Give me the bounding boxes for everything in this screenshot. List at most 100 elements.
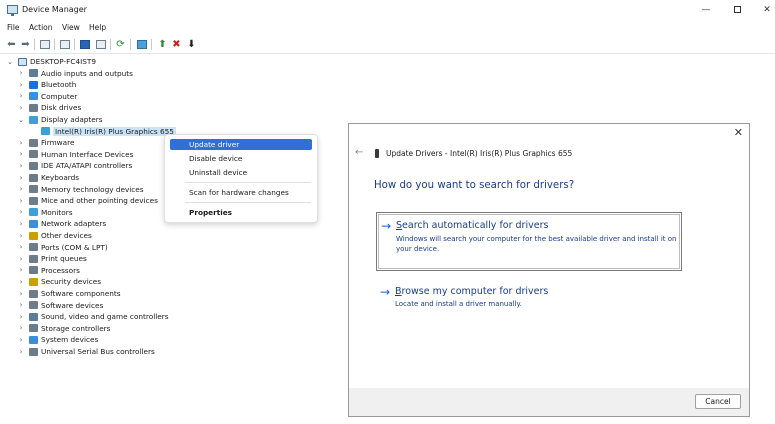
back-arrow-icon[interactable]: ← [355,147,363,158]
expand-icon[interactable]: › [17,162,25,170]
tree-item[interactable]: › Computer [17,91,357,102]
tree-item[interactable]: › Ports (COM & LPT) [17,242,357,253]
expand-icon[interactable]: › [17,255,25,263]
option-description: Locate and install a driver manually. [395,300,522,308]
device-category-icon [29,185,38,194]
tree-item[interactable]: › System devices [17,334,357,345]
expand-icon[interactable]: › [17,243,25,251]
expand-icon[interactable]: › [17,278,25,286]
expand-icon[interactable]: › [17,104,25,112]
option-title: Browse my computer for drivers [395,286,549,297]
expand-icon[interactable]: › [17,348,25,356]
expand-icon[interactable]: › [17,336,25,344]
tree-item[interactable]: › Audio inputs and outputs [17,68,357,79]
expand-icon[interactable]: › [17,185,25,193]
monitor-icon[interactable] [135,38,148,51]
expand-icon[interactable]: › [17,69,25,77]
device-category-icon [29,150,38,159]
maximize-icon [733,6,741,13]
tree-item[interactable]: › Processors [17,265,357,276]
download-icon[interactable]: ⬇ [185,38,198,51]
expand-icon[interactable]: › [17,208,25,216]
expand-icon[interactable]: › [17,232,25,240]
toolbar-separator [130,39,131,50]
device-category-icon [29,231,38,240]
dialog-title: Update Drivers - Intel(R) Iris(R) Plus G… [386,149,573,158]
menu-disable-device[interactable]: Disable device [170,153,312,164]
option-description: Windows will search your computer for th… [396,235,677,253]
cancel-button[interactable]: Cancel [695,394,741,409]
expand-icon[interactable]: › [17,324,25,332]
tree-item[interactable]: › Security devices [17,276,357,287]
expand-icon[interactable]: › [17,220,25,228]
toolbar: ⬅ ➡ ⟳ ⬆ ✖ ⬇ [0,35,775,54]
expand-icon[interactable]: › [17,92,25,100]
expand-icon[interactable]: › [17,174,25,182]
device-category-icon [29,103,38,112]
tree-root[interactable]: ⌄ DESKTOP-FC4IST9 [6,56,346,67]
device-category-icon [29,243,38,252]
dialog-heading: How do you want to search for drivers? [374,180,575,191]
device-manager-icon [7,5,18,16]
device-icon [375,149,379,158]
help-icon[interactable] [78,38,91,51]
device-category-icon [29,69,38,78]
device-category-icon [29,289,38,298]
tree-item[interactable]: › Bluetooth [17,79,357,90]
collapse-icon[interactable]: ⌄ [17,116,25,124]
search-automatically-option[interactable]: → Search automatically for drivers Windo… [376,212,682,271]
menu-help[interactable]: Help [89,23,106,32]
expand-icon[interactable]: › [17,290,25,298]
expand-icon[interactable]: › [17,266,25,274]
expand-icon[interactable]: › [17,301,25,309]
tree-item[interactable]: › Sound, video and game controllers [17,311,357,322]
tree-item[interactable]: › Print queues [17,253,357,264]
arrow-right-icon: → [380,285,391,299]
device-category-icon [29,254,38,263]
expand-icon[interactable]: › [17,81,25,89]
expand-icon[interactable]: › [17,197,25,205]
collapse-icon[interactable]: ⌄ [6,58,14,66]
maximize-button[interactable] [722,0,752,20]
close-window-button[interactable]: ✕ [752,0,775,20]
window-title: Device Manager [22,5,87,14]
dialog-close-button[interactable]: ✕ [734,126,743,139]
back-arrow-icon[interactable]: ⬅ [5,38,18,51]
device-category-icon [29,277,38,286]
update-driver-icon[interactable]: ⬆ [156,38,169,51]
show-hide-console-tree-icon[interactable] [38,38,51,51]
minimize-button[interactable]: — [691,0,721,20]
action-pane-icon[interactable] [94,38,107,51]
menu-scan-hardware[interactable]: Scan for hardware changes [170,187,312,198]
forward-arrow-icon[interactable]: ➡ [19,38,32,51]
menu-action[interactable]: Action [29,23,53,32]
browse-computer-option[interactable]: → Browse my computer for drivers Locate … [376,284,682,312]
menu-view[interactable]: View [62,23,80,32]
tree-item[interactable]: › Other devices [17,230,357,241]
uninstall-icon[interactable]: ✖ [170,38,183,51]
device-category-icon [29,173,38,182]
tree-item[interactable]: › Software devices [17,300,357,311]
scan-hardware-icon[interactable]: ⟳ [114,38,127,51]
menu-uninstall-device[interactable]: Uninstall device [170,167,312,178]
device-category-icon [29,324,38,333]
device-category-icon [29,161,38,170]
menu-separator [185,182,311,183]
option-title: Search automatically for drivers [396,220,549,231]
display-adapter-icon [41,127,50,136]
tree-item[interactable]: › Disk drives [17,102,357,113]
expand-icon[interactable]: › [17,150,25,158]
menu-properties[interactable]: Properties [170,207,312,218]
expand-icon[interactable]: › [17,139,25,147]
menu-file[interactable]: File [7,23,20,32]
menu-update-driver[interactable]: Update driver [170,139,312,150]
device-category-icon [29,196,38,205]
tree-item[interactable]: ⌄ Display adapters [17,114,357,125]
properties-icon[interactable] [58,38,71,51]
expand-icon[interactable]: › [17,313,25,321]
tree-item[interactable]: › Universal Serial Bus controllers [17,346,357,357]
toolbar-separator [151,39,152,50]
device-category-icon [29,335,38,344]
tree-item[interactable]: › Software components [17,288,357,299]
tree-item[interactable]: › Storage controllers [17,323,357,334]
